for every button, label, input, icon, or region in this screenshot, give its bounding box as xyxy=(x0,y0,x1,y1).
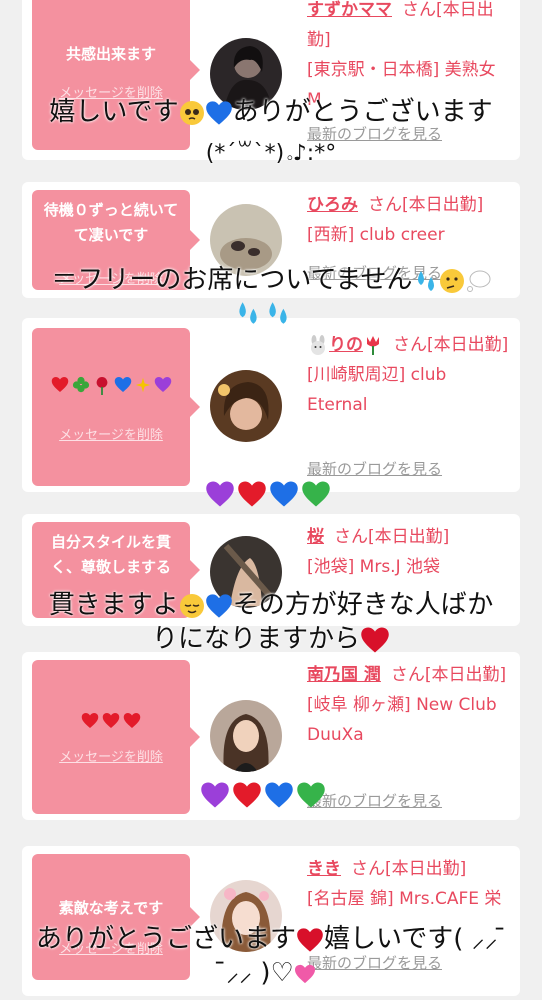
pleading-face-icon xyxy=(179,100,204,125)
clover-icon xyxy=(72,376,89,393)
cast-info: 桜さん[本日出勤] [池袋] Mrs.J 池袋 xyxy=(307,522,512,582)
overlay-caption: (*´꒳`*)｡♪:*° xyxy=(0,138,542,169)
message-emoji-row xyxy=(32,376,190,396)
message-text: 待機０ずっと続いてて凄いです xyxy=(43,201,179,244)
rabbit-icon xyxy=(311,335,325,355)
message-card: 共感出来ます メッセージを削除 すずかママ さん[本日出勤] [東京駅・日本橋] … xyxy=(22,0,520,160)
sweat-drops-icon xyxy=(239,302,257,324)
cast-info: りの さん[本日出勤] [川崎駅周辺] club Eternal xyxy=(307,330,512,420)
thinking-face-icon xyxy=(439,268,464,293)
cast-detail: [池袋] Mrs.J 池袋 xyxy=(307,557,441,577)
heart-green-icon xyxy=(301,480,331,508)
heart-blue-icon xyxy=(205,100,233,126)
tulip-icon xyxy=(367,336,379,355)
message-emoji-row xyxy=(32,712,190,729)
cast-detail: [川崎駅周辺] club Eternal xyxy=(307,365,447,415)
sparkling-heart-icon xyxy=(294,964,316,984)
cast-status: さん[本日出勤] xyxy=(351,859,467,879)
overlay-caption: りになりますから xyxy=(0,624,542,655)
cast-detail: [名古屋 錦] Mrs.CAFE 栄 xyxy=(307,889,502,909)
heart-purple-icon xyxy=(154,376,172,393)
avatar[interactable] xyxy=(210,700,282,772)
overlay-text: 嬉しいです( ⸝⸝ ̄ xyxy=(324,924,506,954)
rose-icon xyxy=(96,377,107,395)
relieved-face-icon xyxy=(179,593,204,618)
cast-name-text: りの xyxy=(329,335,363,355)
delete-message-link[interactable]: メッセージを削除 xyxy=(32,424,190,443)
thought-bubble-icon xyxy=(466,270,491,292)
heart-red-icon xyxy=(360,626,390,654)
cast-status: さん[本日出勤] xyxy=(368,195,484,215)
overlay-emoji-row xyxy=(234,300,292,326)
cast-info: 南乃国 潤さん[本日出勤] [岐阜 柳ヶ瀬] New Club DuuXa xyxy=(307,660,512,750)
heart-red-icon xyxy=(237,480,267,508)
overlay-caption: ありがとうございます 嬉しいです( ⸝⸝ ̄ xyxy=(0,924,542,955)
sweat-drops-icon xyxy=(269,302,287,324)
cast-detail: [岐阜 柳ヶ瀬] New Club DuuXa xyxy=(307,695,497,745)
overlay-caption: ＝フリーのお席についてません xyxy=(0,265,542,296)
sweat-drops-icon xyxy=(417,270,434,291)
overlay-text: ̄⸝⸝ )♡ xyxy=(226,958,294,988)
message-bubble: メッセージを削除 xyxy=(32,660,200,814)
cast-name-link[interactable]: 南乃国 潤 xyxy=(307,665,381,685)
overlay-caption: 嬉しいです ありがとうございます xyxy=(0,97,542,128)
overlay-text: ありがとうございます xyxy=(232,97,493,127)
overlay-emoji-row xyxy=(200,781,326,809)
heart-blue-icon xyxy=(205,593,233,619)
heart-red-icon xyxy=(81,712,99,729)
overlay-caption: ̄⸝⸝ )♡ xyxy=(0,958,542,989)
heart-red-icon xyxy=(123,712,141,729)
overlay-text: 嬉しいです xyxy=(49,97,179,127)
cast-status: さん[本日出勤] xyxy=(393,335,509,355)
blog-link[interactable]: 最新のブログを見る xyxy=(307,458,442,479)
heart-purple-icon xyxy=(205,480,235,508)
overlay-emoji-row xyxy=(205,480,331,508)
heart-red-icon xyxy=(51,376,69,393)
delete-message-link[interactable]: メッセージを削除 xyxy=(32,746,190,765)
heart-blue-icon xyxy=(264,781,294,809)
overlay-text: ＝フリーのお席についてません xyxy=(51,265,413,295)
heart-purple-icon xyxy=(200,781,230,809)
message-text: 素敵な考えです xyxy=(58,899,164,917)
message-text: 自分スタイルを貫く、尊敬しまする xyxy=(50,533,171,576)
heart-blue-icon xyxy=(269,480,299,508)
cast-name-link[interactable]: すずかママ xyxy=(307,0,392,20)
cast-detail: [西新] club creer xyxy=(307,225,445,245)
cast-info: ひろみ さん[本日出勤] [西新] club creer xyxy=(307,190,512,250)
overlay-text: (*´꒳`*)｡♪:*° xyxy=(205,141,337,166)
cast-name-link[interactable]: ひろみ xyxy=(307,195,358,215)
heart-red-icon xyxy=(232,781,262,809)
message-card: メッセージを削除 りの さん[本日出勤] [川崎駅周辺] club Eternal… xyxy=(22,318,520,492)
message-text: 共感出来ます xyxy=(65,45,156,63)
cast-name-link[interactable]: きき xyxy=(307,859,341,879)
overlay-text: りになりますから xyxy=(151,624,360,654)
sparkles-icon xyxy=(135,377,150,393)
avatar[interactable] xyxy=(210,370,282,442)
cast-info: きき さん[本日出勤] [名古屋 錦] Mrs.CAFE 栄 xyxy=(307,854,512,914)
overlay-text: 貫きますよ xyxy=(48,590,179,620)
heart-red-icon xyxy=(296,927,324,953)
cast-name-link[interactable]: 桜 xyxy=(307,527,324,547)
blog-link[interactable]: 最新のブログを見る xyxy=(307,790,442,811)
heart-red-icon xyxy=(102,712,120,729)
cast-status: さん[本日出勤] xyxy=(334,527,450,547)
heart-blue-icon xyxy=(114,376,132,393)
overlay-text: その方が好きな人ばか xyxy=(232,590,494,620)
overlay-caption: 貫きますよ その方が好きな人ばか xyxy=(0,590,542,621)
cast-status: さん[本日出勤] xyxy=(390,665,507,685)
heart-green-icon xyxy=(296,781,326,809)
overlay-text: ありがとうございます xyxy=(36,924,297,954)
cast-name-link[interactable]: りの xyxy=(307,335,383,355)
message-bubble: メッセージを削除 xyxy=(32,328,200,486)
